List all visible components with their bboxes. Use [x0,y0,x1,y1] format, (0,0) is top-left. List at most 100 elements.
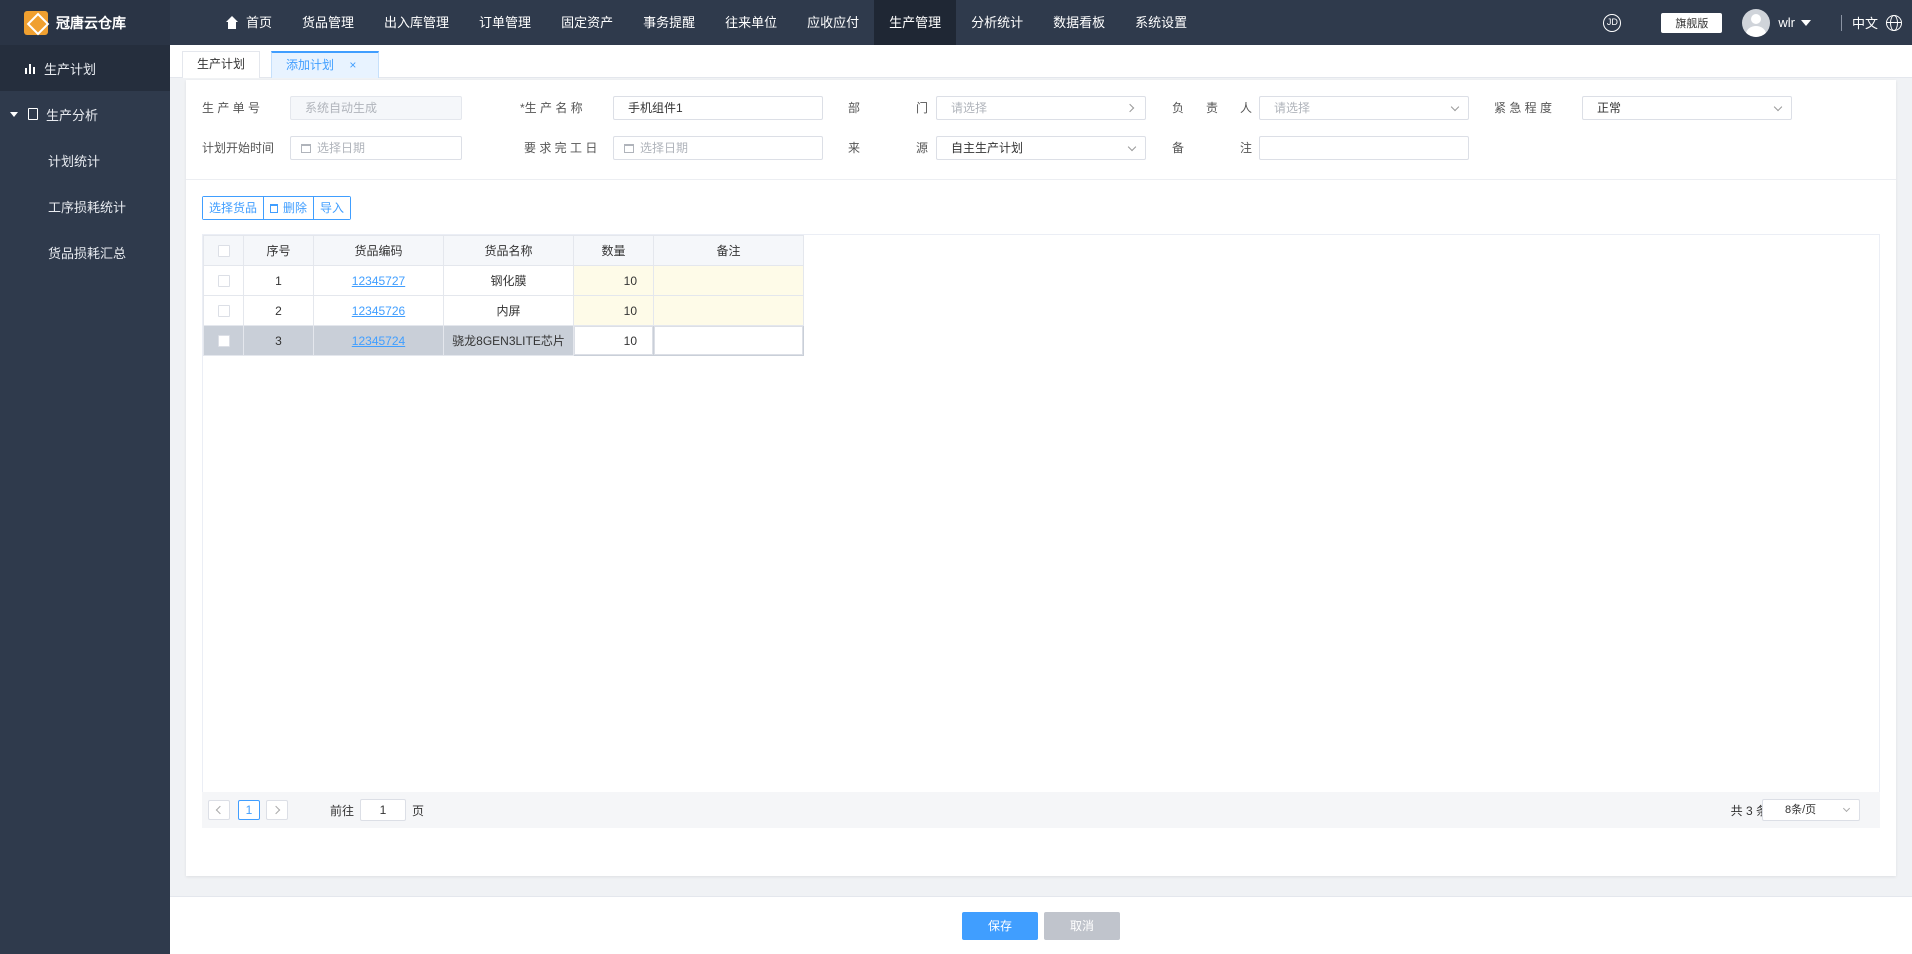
cell-no: 3 [243,325,314,356]
sidebar-item-plan-stats[interactable]: 计划统计 [0,137,170,183]
header-right: JD 旗舰版 wlr 中文 [1603,0,1912,45]
goods-code-link[interactable]: 12345724 [352,334,405,348]
source-select[interactable]: 自主生产计划 [936,136,1146,160]
row-checkbox-cell [203,265,244,296]
jd-icon[interactable]: JD [1603,13,1622,32]
table-row[interactable]: 3 12345724 骁龙8GEN3LITE芯片 10 [203,325,804,356]
nav-item-reminders[interactable]: 事务提醒 [628,0,710,45]
nav-item-partners[interactable]: 往来单位 [710,0,792,45]
start-date-input[interactable]: 选择日期 [290,136,462,160]
owner-label-a: 负 [1172,101,1185,115]
footer-bar: 保存 取消 [170,896,1912,954]
sidebar-item-production-analysis[interactable]: 生产分析 [0,91,170,137]
cell-name: 钢化膜 [443,265,574,296]
next-page-button[interactable] [266,800,288,820]
save-button[interactable]: 保存 [962,912,1038,940]
edition-badge: 旗舰版 [1661,12,1723,33]
dept-select[interactable]: 请选择 [936,96,1146,120]
goods-code-link[interactable]: 12345727 [352,274,405,288]
app-title: 冠唐云仓库 [56,14,126,31]
nav-item-settings[interactable]: 系统设置 [1120,0,1202,45]
prev-page-button[interactable] [208,800,230,820]
sidebar-item-goods-loss[interactable]: 货品损耗汇总 [0,229,170,275]
nav-item-home[interactable]: 首页 [210,0,287,45]
cell-name: 内屏 [443,295,574,326]
avatar[interactable] [1742,8,1771,37]
name-input[interactable]: 手机组件1 [613,96,823,120]
table-row[interactable]: 1 12345727 钢化膜 10 [203,265,804,296]
remark-label-b: 注 [1240,141,1253,155]
row-checkbox[interactable] [217,305,230,318]
sidebar-item-process-loss[interactable]: 工序损耗统计 [0,183,170,229]
nav-item-inout[interactable]: 出入库管理 [369,0,464,45]
globe-icon[interactable] [1886,14,1902,31]
cancel-button[interactable]: 取消 [1044,912,1120,940]
chevron-down-icon [1842,804,1851,813]
main-nav: 首页 货品管理 出入库管理 订单管理 固定资产 事务提醒 往来单位 应收应付 生… [210,0,1202,45]
logo-icon [24,10,48,35]
sidebar-item-production-plan[interactable]: 生产计划 [0,45,170,91]
table-header-row: 序号 货品编码 货品名称 数量 备注 [203,235,804,266]
username[interactable]: wlr [1778,15,1795,30]
cell-code: 12345724 [313,325,444,356]
col-header-name: 货品名称 [443,235,574,266]
language-switch[interactable]: 中文 [1852,13,1878,32]
name-label: *生 产 名 称 [520,101,583,115]
col-header-no: 序号 [243,235,314,266]
dept-label-a: 部 [848,101,861,115]
nav-item-analytics[interactable]: 分析统计 [956,0,1038,45]
cell-qty[interactable]: 10 [573,265,654,296]
table-row[interactable]: 2 12345726 内屏 10 [203,295,804,326]
row-checkbox[interactable] [217,275,230,288]
calendar-icon [624,144,634,153]
col-header-qty: 数量 [573,235,654,266]
source-label-b: 源 [916,141,929,155]
main-card: 生 产 单 号 系统自动生成 *生 产 名 称 手机组件1 部 门 请选择 负 … [186,80,1896,876]
nav-item-production[interactable]: 生产管理 [874,0,957,45]
goods-table: 序号 货品编码 货品名称 数量 备注 1 12345727 钢化膜 10 2 1… [203,235,804,356]
nav-item-dashboard[interactable]: 数据看板 [1038,0,1120,45]
tab-production-plan[interactable]: 生产计划 [182,51,261,78]
logo[interactable]: 冠唐云仓库 [0,0,170,45]
row-checkbox-cell [203,295,244,326]
remark-label-a: 备 [1172,141,1185,155]
order-no-label: 生 产 单 号 [202,101,261,115]
delete-button[interactable]: 删除 [264,197,315,219]
remark-input[interactable] [1259,136,1469,160]
import-button[interactable]: 导入 [314,197,351,219]
owner-select[interactable]: 请选择 [1259,96,1469,120]
chevron-down-icon[interactable] [1800,19,1811,26]
page-number[interactable]: 1 [238,800,260,820]
urgency-select[interactable]: 正常 [1582,96,1792,120]
nav-item-assets[interactable]: 固定资产 [546,0,628,45]
row-checkbox[interactable] [217,335,230,348]
urgency-label: 紧 急 程 度 [1494,101,1553,115]
due-date-input[interactable]: 选择日期 [613,136,823,160]
tab-add-plan[interactable]: 添加计划 × [271,51,379,78]
cell-no: 1 [243,265,314,296]
cell-remark[interactable] [653,265,804,296]
goods-code-link[interactable]: 12345726 [352,304,405,318]
divider [186,179,1896,180]
nav-item-finance[interactable]: 应收应付 [792,0,874,45]
owner-label-c: 人 [1240,101,1253,115]
goods-toolbar: 选择货品 删除 导入 [202,196,352,220]
cell-remark[interactable] [653,295,804,326]
cell-remark[interactable] [653,325,804,356]
cell-qty[interactable]: 10 [573,325,654,356]
goto-prefix: 前往 [330,803,355,818]
nav-item-goods[interactable]: 货品管理 [287,0,369,45]
nav-item-orders[interactable]: 订单管理 [464,0,546,45]
select-goods-button[interactable]: 选择货品 [203,197,265,219]
close-icon[interactable]: × [349,58,356,72]
order-no-input: 系统自动生成 [290,96,462,120]
goto-page-input[interactable]: 1 [360,799,407,821]
dept-label-b: 门 [916,101,929,115]
top-bar: 冠唐云仓库 首页 货品管理 出入库管理 订单管理 固定资产 事务提醒 往来单位 … [0,0,1912,45]
home-icon [225,16,239,29]
cell-qty[interactable]: 10 [573,295,654,326]
bar-chart-icon [24,63,36,74]
page-size-select[interactable]: 8条/页 [1762,799,1860,821]
col-header-remark: 备注 [653,235,804,266]
select-all-checkbox[interactable] [217,245,230,258]
